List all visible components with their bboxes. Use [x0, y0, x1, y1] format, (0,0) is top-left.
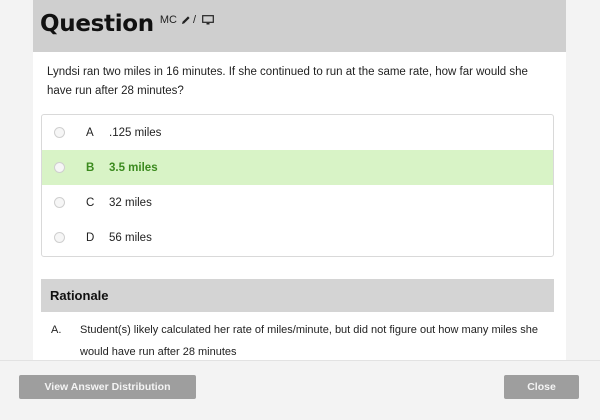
view-answer-distribution-button[interactable]: View Answer Distribution [19, 375, 196, 399]
answer-choices: A .125 miles B 3.5 miles C 32 miles D 56… [41, 114, 554, 257]
radio-button[interactable] [54, 162, 65, 173]
choice-letter: C [86, 196, 95, 209]
question-text: Lyndsi ran two miles in 16 minutes. If s… [47, 66, 528, 97]
meta-separator: / [192, 14, 197, 26]
choice-text: .125 miles [109, 126, 162, 139]
choice-text: 3.5 miles [109, 161, 158, 174]
question-card: Question MC / Lyndsi ran two miles in 16… [33, 0, 566, 360]
question-type-badge: MC [159, 14, 177, 26]
monitor-icon[interactable] [202, 15, 214, 25]
rationale-text: Student(s) likely calculated her rate of… [80, 324, 538, 358]
choice-a[interactable]: A .125 miles [42, 115, 553, 150]
choice-letter: D [86, 231, 95, 244]
choice-text: 32 miles [109, 196, 152, 209]
choice-letter: A [86, 126, 94, 139]
question-meta: MC / [160, 14, 214, 26]
choice-text: 56 miles [109, 231, 152, 244]
choice-b[interactable]: B 3.5 miles [42, 150, 553, 185]
rationale-section: Rationale A. Student(s) likely calculate… [41, 279, 554, 360]
pencil-icon[interactable] [181, 15, 191, 25]
choice-letter: B [86, 161, 95, 174]
rationale-item: A. Student(s) likely calculated her rate… [41, 312, 554, 360]
question-title: Question [40, 11, 154, 37]
choice-c[interactable]: C 32 miles [42, 185, 553, 220]
rationale-letter: A. [51, 324, 62, 336]
close-button[interactable]: Close [504, 375, 579, 399]
modal-footer: View Answer Distribution Close [0, 360, 600, 420]
question-header: Question MC / [33, 0, 566, 52]
choice-d[interactable]: D 56 miles [42, 220, 553, 255]
radio-button[interactable] [54, 127, 65, 138]
rationale-title: Rationale [41, 279, 554, 312]
radio-button[interactable] [54, 197, 65, 208]
radio-button[interactable] [54, 232, 65, 243]
